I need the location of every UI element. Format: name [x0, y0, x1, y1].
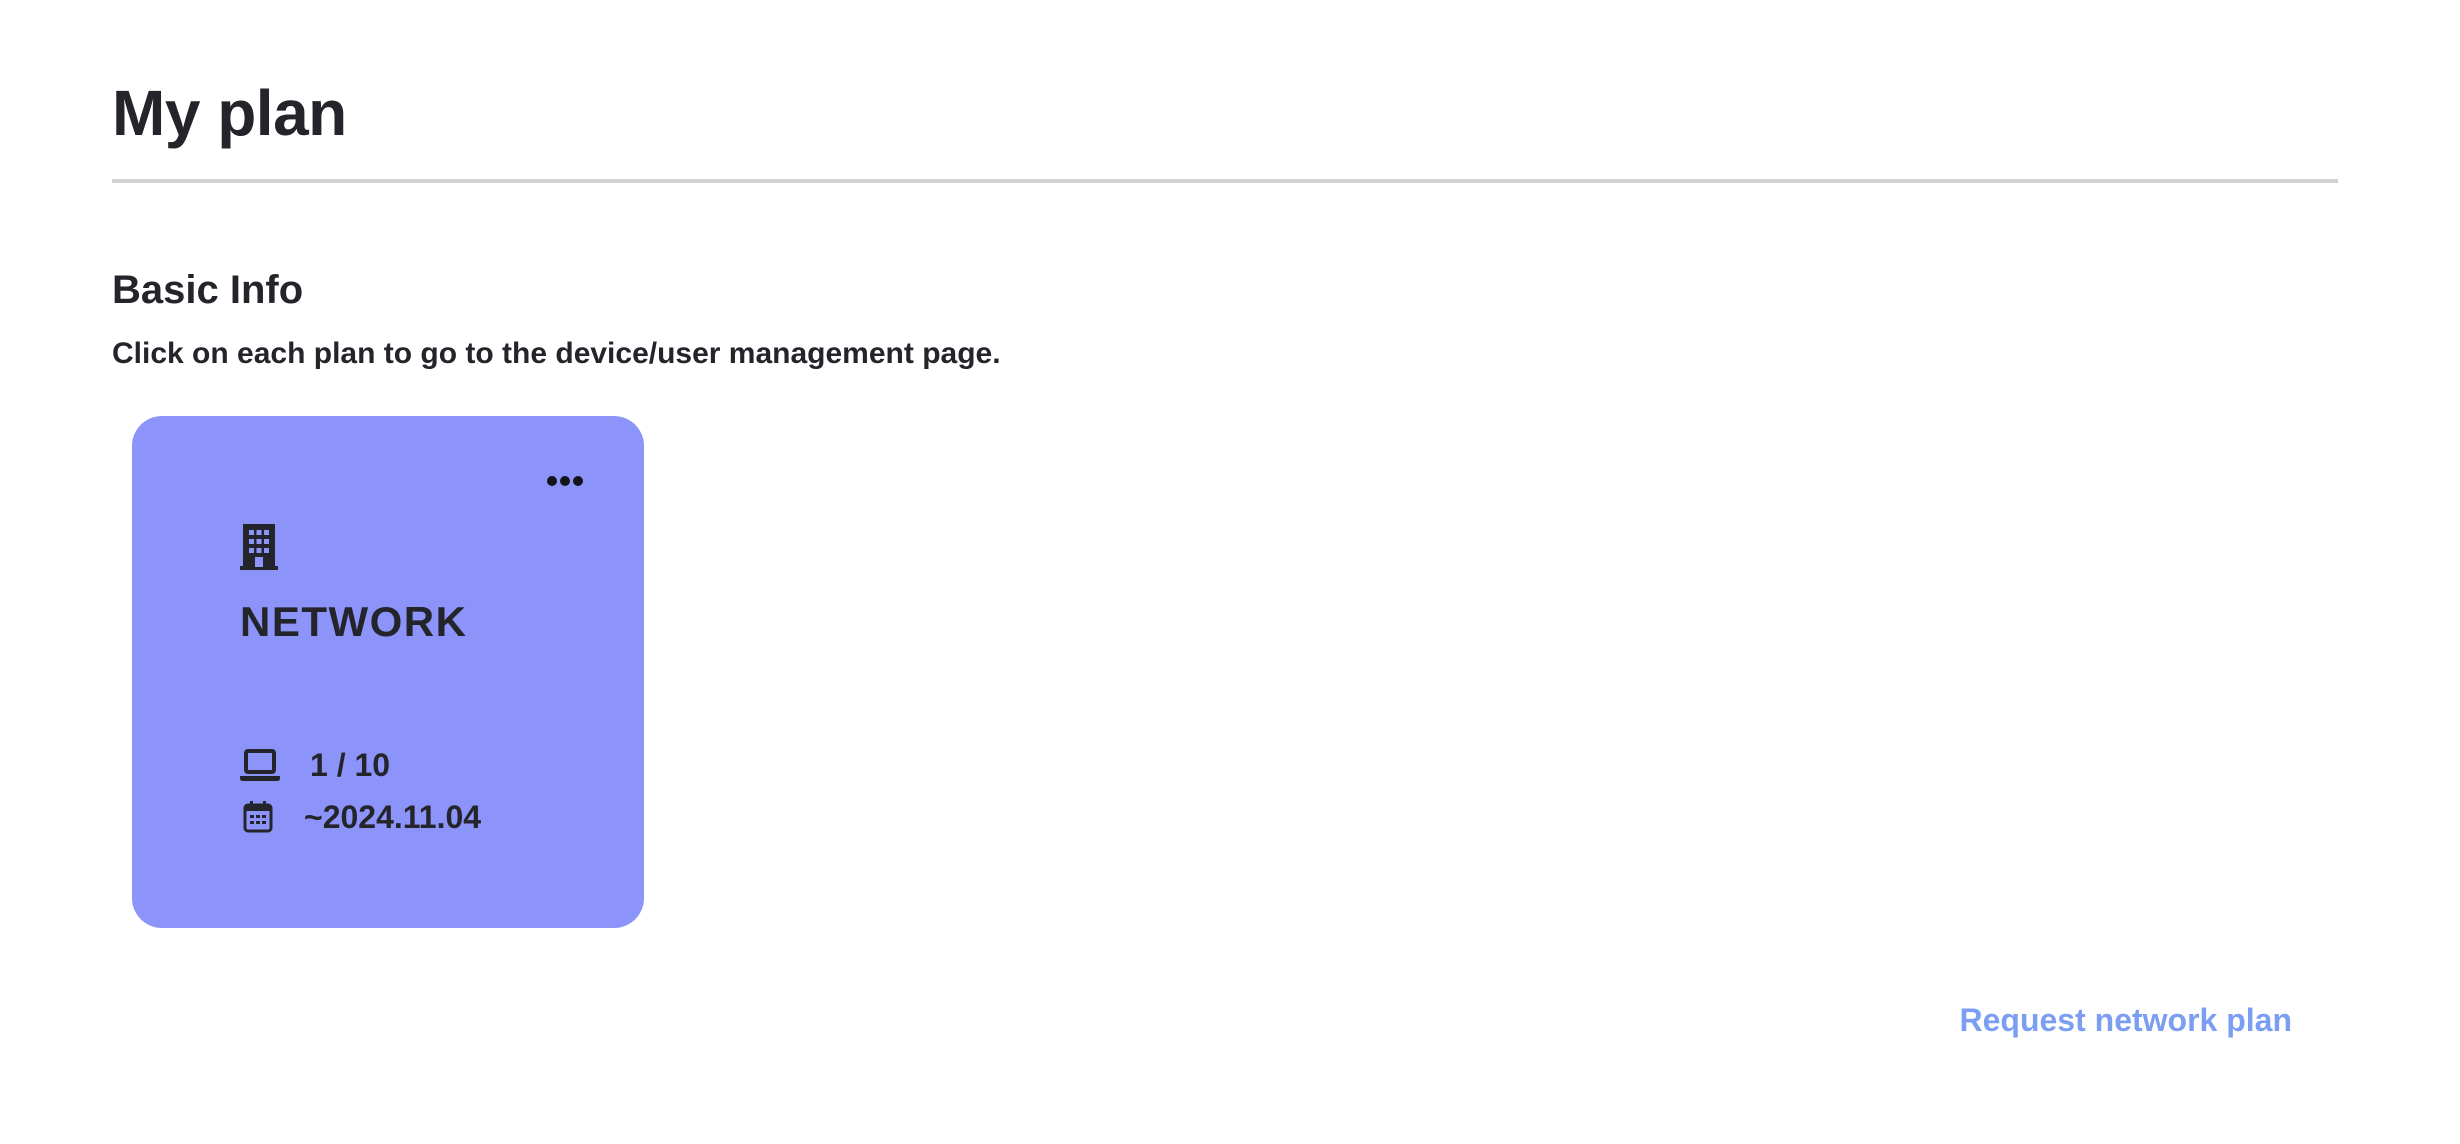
request-network-plan-link[interactable]: Request network plan — [1960, 1000, 2293, 1040]
device-usage-count: 1 / 10 — [310, 747, 391, 783]
laptop-icon — [240, 749, 280, 781]
plan-menu-button[interactable] — [536, 462, 594, 500]
more-horizontal-icon — [547, 476, 583, 486]
my-plan-page: My plan Basic Info Click on each plan to… — [0, 0, 2460, 1144]
title-divider — [112, 179, 2338, 183]
page-title: My plan — [112, 77, 347, 149]
building-icon — [240, 524, 278, 570]
calendar-icon — [243, 801, 273, 833]
basic-info-heading: Basic Info — [112, 268, 304, 312]
plan-expiry-date: ~2024.11.04 — [304, 799, 482, 835]
basic-info-description: Click on each plan to go to the device/u… — [112, 337, 1001, 370]
plan-name: NETWORK — [240, 598, 468, 645]
